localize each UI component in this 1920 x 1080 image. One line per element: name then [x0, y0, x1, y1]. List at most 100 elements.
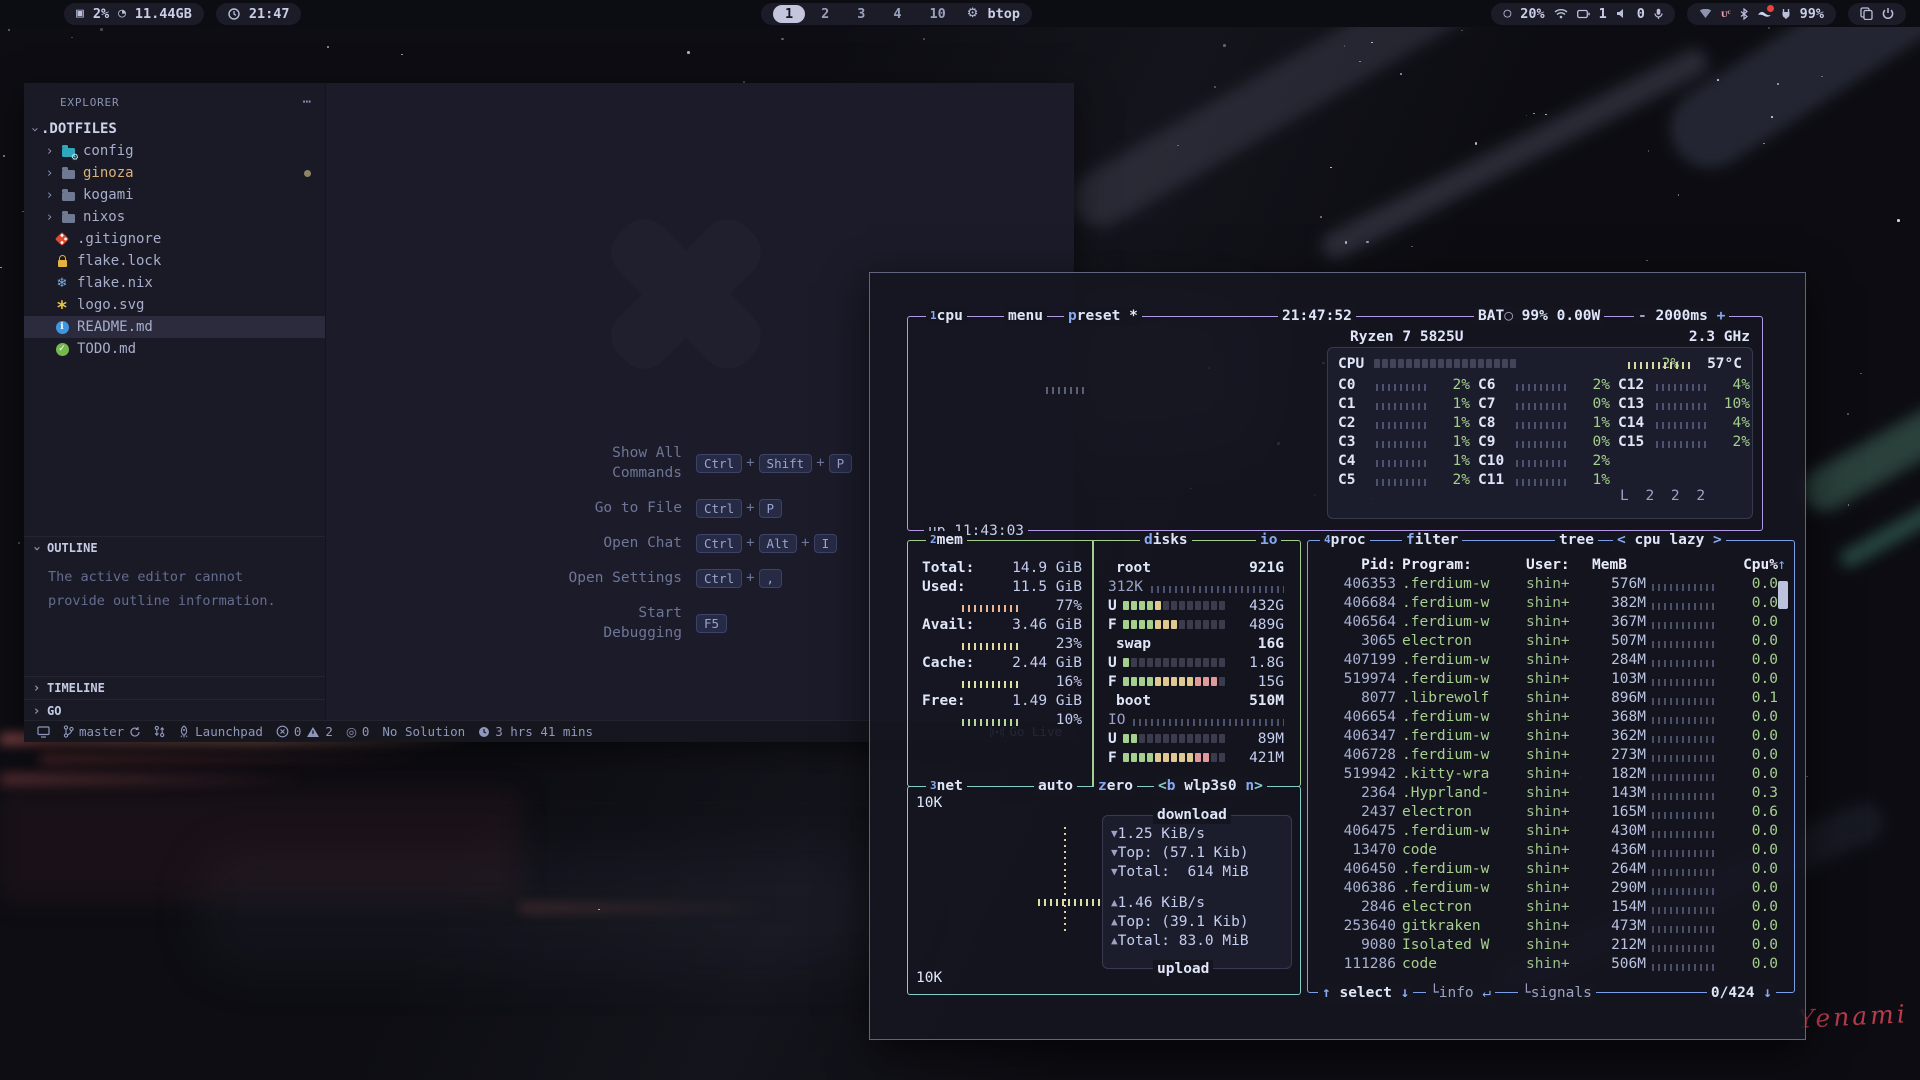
cpu-core-panel: CPU 2% 57°C C02%C11%C21%C31%C41%C52% C62… [1327, 347, 1753, 519]
proc-tree-button[interactable]: tree [1555, 531, 1598, 549]
launchpad-button[interactable]: Launchpad [178, 724, 263, 739]
kbd-Alt: Alt [759, 534, 798, 553]
kbd-P: P [759, 499, 783, 518]
tree-item-nixos[interactable]: ›nixos [24, 206, 325, 228]
cpu-core-C4: C41% [1338, 451, 1470, 470]
tree-item-TODO.md[interactable]: ✓TODO.md [24, 338, 325, 360]
tray-pill[interactable]: ᴜͨ 99% [1687, 3, 1836, 25]
outline-section-header[interactable]: › OUTLINE [24, 536, 325, 559]
timeline-section-header[interactable]: › TIMELINE [24, 676, 325, 699]
io-toggle[interactable]: io [1256, 531, 1281, 549]
cpu-temp: 57°C [1707, 356, 1742, 372]
process-row-3065[interactable]: 3065electronshin+507M0.0 [1308, 631, 1794, 650]
proc-footer-signals[interactable]: └signals [1518, 984, 1596, 1002]
clock-icon [228, 8, 240, 20]
mem-row-Used:: Used:11.5 GiB [908, 577, 1092, 596]
solution-indicator[interactable]: No Solution [382, 724, 465, 739]
desktop: Yenami ▣ 2% ◔ 11.44GB 21:47 123410 ⚙ bto… [0, 0, 1920, 1080]
tree-item-.gitignore[interactable]: .gitignore [24, 228, 325, 250]
status-bar-top: ▣ 2% ◔ 11.44GB 21:47 123410 ⚙ btop ○ 20%… [0, 0, 1920, 27]
update-interval-control[interactable]: - 2000ms + [1634, 307, 1729, 325]
tree-item-README.md[interactable]: iREADME.md [24, 316, 325, 338]
net-box-title[interactable]: 3net [926, 777, 967, 795]
net-interface-switcher[interactable]: <b wlp3s0 n> [1154, 777, 1267, 795]
cpu-core-C14: C144% [1618, 413, 1750, 432]
remote-indicator[interactable] [37, 726, 50, 738]
net-auto-button[interactable]: auto [1034, 777, 1077, 795]
cpu-preset-button[interactable]: preset * [1064, 307, 1142, 325]
tree-item-kogami[interactable]: ›kogami [24, 184, 325, 206]
cpu-menu-button[interactable]: menu [1004, 307, 1047, 325]
folder-icon: ⚙ [60, 143, 76, 159]
process-row-8077[interactable]: 8077.librewolfshin+896M0.1 [1308, 688, 1794, 707]
explorer-menu-button[interactable]: ⋯ [303, 94, 311, 110]
shortcut-row: StartDebuggingF5 [456, 603, 936, 643]
problems-indicator[interactable]: 0 2 [276, 724, 333, 739]
kbd-,: , [759, 569, 783, 588]
proc-selection-count: 0/424 ↓ [1707, 984, 1776, 1002]
proc-sort-selector[interactable]: < cpu lazy > [1613, 531, 1726, 549]
proc-footer-select[interactable]: ↑ select ↓ [1318, 984, 1413, 1002]
process-row-13470[interactable]: 13470codeshin+436M0.0 [1308, 840, 1794, 859]
process-row-406684[interactable]: 406684.ferdium-wshin+382M0.0 [1308, 593, 1794, 612]
tree-item-.DOTFILES[interactable]: ›.DOTFILES [24, 118, 325, 140]
net-zero-button[interactable]: zero [1094, 777, 1137, 795]
workspace-10[interactable]: 10 [918, 5, 958, 23]
tree-item-ginoza[interactable]: ›ginoza [24, 162, 325, 184]
ports-indicator[interactable]: ◎ 0 [346, 724, 369, 739]
proc-box-title[interactable]: 4proc [1320, 531, 1370, 549]
mem-stats: Total:14.9 GiBUsed:11.5 GiB77%Avail:3.46… [908, 558, 1092, 729]
process-row-406450[interactable]: 406450.ferdium-wshin+264M0.0 [1308, 859, 1794, 878]
layout-value: 1 [1599, 6, 1607, 22]
proc-filter-button[interactable]: filter [1402, 531, 1462, 549]
process-row-406386[interactable]: 406386.ferdium-wshin+290M0.0 [1308, 878, 1794, 897]
proc-footer-info[interactable]: └info ↵ [1426, 984, 1495, 1002]
process-row-253640[interactable]: 253640gitkrakenshin+473M0.0 [1308, 916, 1794, 935]
kbd-P: P [829, 454, 853, 473]
cpu-box-title[interactable]: 1cpu [926, 307, 967, 325]
time-tracker[interactable]: 3 hrs 41 mins [478, 724, 593, 739]
folder-icon [60, 209, 76, 225]
workspace-4[interactable]: 4 [881, 5, 913, 23]
load-average: L 2 2 2 [1620, 488, 1709, 504]
rocket-icon [178, 725, 190, 738]
shortcut-row: Open SettingsCtrl+, [456, 568, 936, 588]
process-row-111286[interactable]: 111286codeshin+506M0.0 [1308, 954, 1794, 973]
tree-item-logo.svg[interactable]: *logo.svg [24, 294, 325, 316]
process-row-9080[interactable]: 9080Isolated Wshin+212M0.0 [1308, 935, 1794, 954]
quick-settings-pill[interactable]: ○ 20% 1 0 [1491, 3, 1675, 25]
battery-status: BAT○ 99% 0.00W [1474, 307, 1604, 325]
shortcut-row: Go to FileCtrl+P [456, 498, 936, 518]
clock-pill[interactable]: 21:47 [216, 3, 302, 25]
mem-box-title[interactable]: 2mem [926, 531, 967, 549]
process-row-406654[interactable]: 406654.ferdium-wshin+368M0.0 [1308, 707, 1794, 726]
kbd-Shift: Shift [759, 454, 813, 473]
process-row-406347[interactable]: 406347.ferdium-wshin+362M0.0 [1308, 726, 1794, 745]
process-row-2364[interactable]: 2364.Hyprland-shin+143M0.3 [1308, 783, 1794, 802]
process-row-406564[interactable]: 406564.ferdium-wshin+367M0.0 [1308, 612, 1794, 631]
proc-scrollbar-thumb[interactable] [1778, 581, 1788, 609]
session-pill[interactable] [1848, 3, 1906, 25]
process-row-406728[interactable]: 406728.ferdium-wshin+273M0.0 [1308, 745, 1794, 764]
process-row-519974[interactable]: 519974.ferdium-wshin+103M0.0 [1308, 669, 1794, 688]
tree-item-flake.lock[interactable]: flake.lock [24, 250, 325, 272]
workspace-2[interactable]: 2 [809, 5, 841, 23]
process-row-2846[interactable]: 2846electronshin+154M0.0 [1308, 897, 1794, 916]
app-tray-icon: ᴜͨ [1721, 6, 1731, 21]
proc-table-header[interactable]: Pid: Program: User: MemB Cpu% [1308, 555, 1794, 574]
git-branch-indicator[interactable]: master [63, 724, 141, 739]
process-row-406353[interactable]: 406353.ferdium-wshin+576M0.0 [1308, 574, 1794, 593]
system-stats-pill[interactable]: ▣ 2% ◔ 11.44GB [64, 3, 204, 25]
process-row-519942[interactable]: 519942.kitty-wrashin+182M0.0 [1308, 764, 1794, 783]
kbd-Ctrl: Ctrl [696, 569, 742, 588]
disks-toggle[interactable]: disks [1140, 531, 1192, 549]
process-row-407199[interactable]: 407199.ferdium-wshin+284M0.0 [1308, 650, 1794, 669]
workspace-3[interactable]: 3 [845, 5, 877, 23]
tree-item-flake.nix[interactable]: ❄flake.nix [24, 272, 325, 294]
git-compare-indicator[interactable] [154, 725, 165, 738]
go-section-header[interactable]: › GO [24, 699, 325, 722]
tree-item-config[interactable]: ›⚙config [24, 140, 325, 162]
process-row-406475[interactable]: 406475.ferdium-wshin+430M0.0 [1308, 821, 1794, 840]
process-row-2437[interactable]: 2437electronshin+165M0.6 [1308, 802, 1794, 821]
workspace-1[interactable]: 1 [773, 5, 805, 23]
